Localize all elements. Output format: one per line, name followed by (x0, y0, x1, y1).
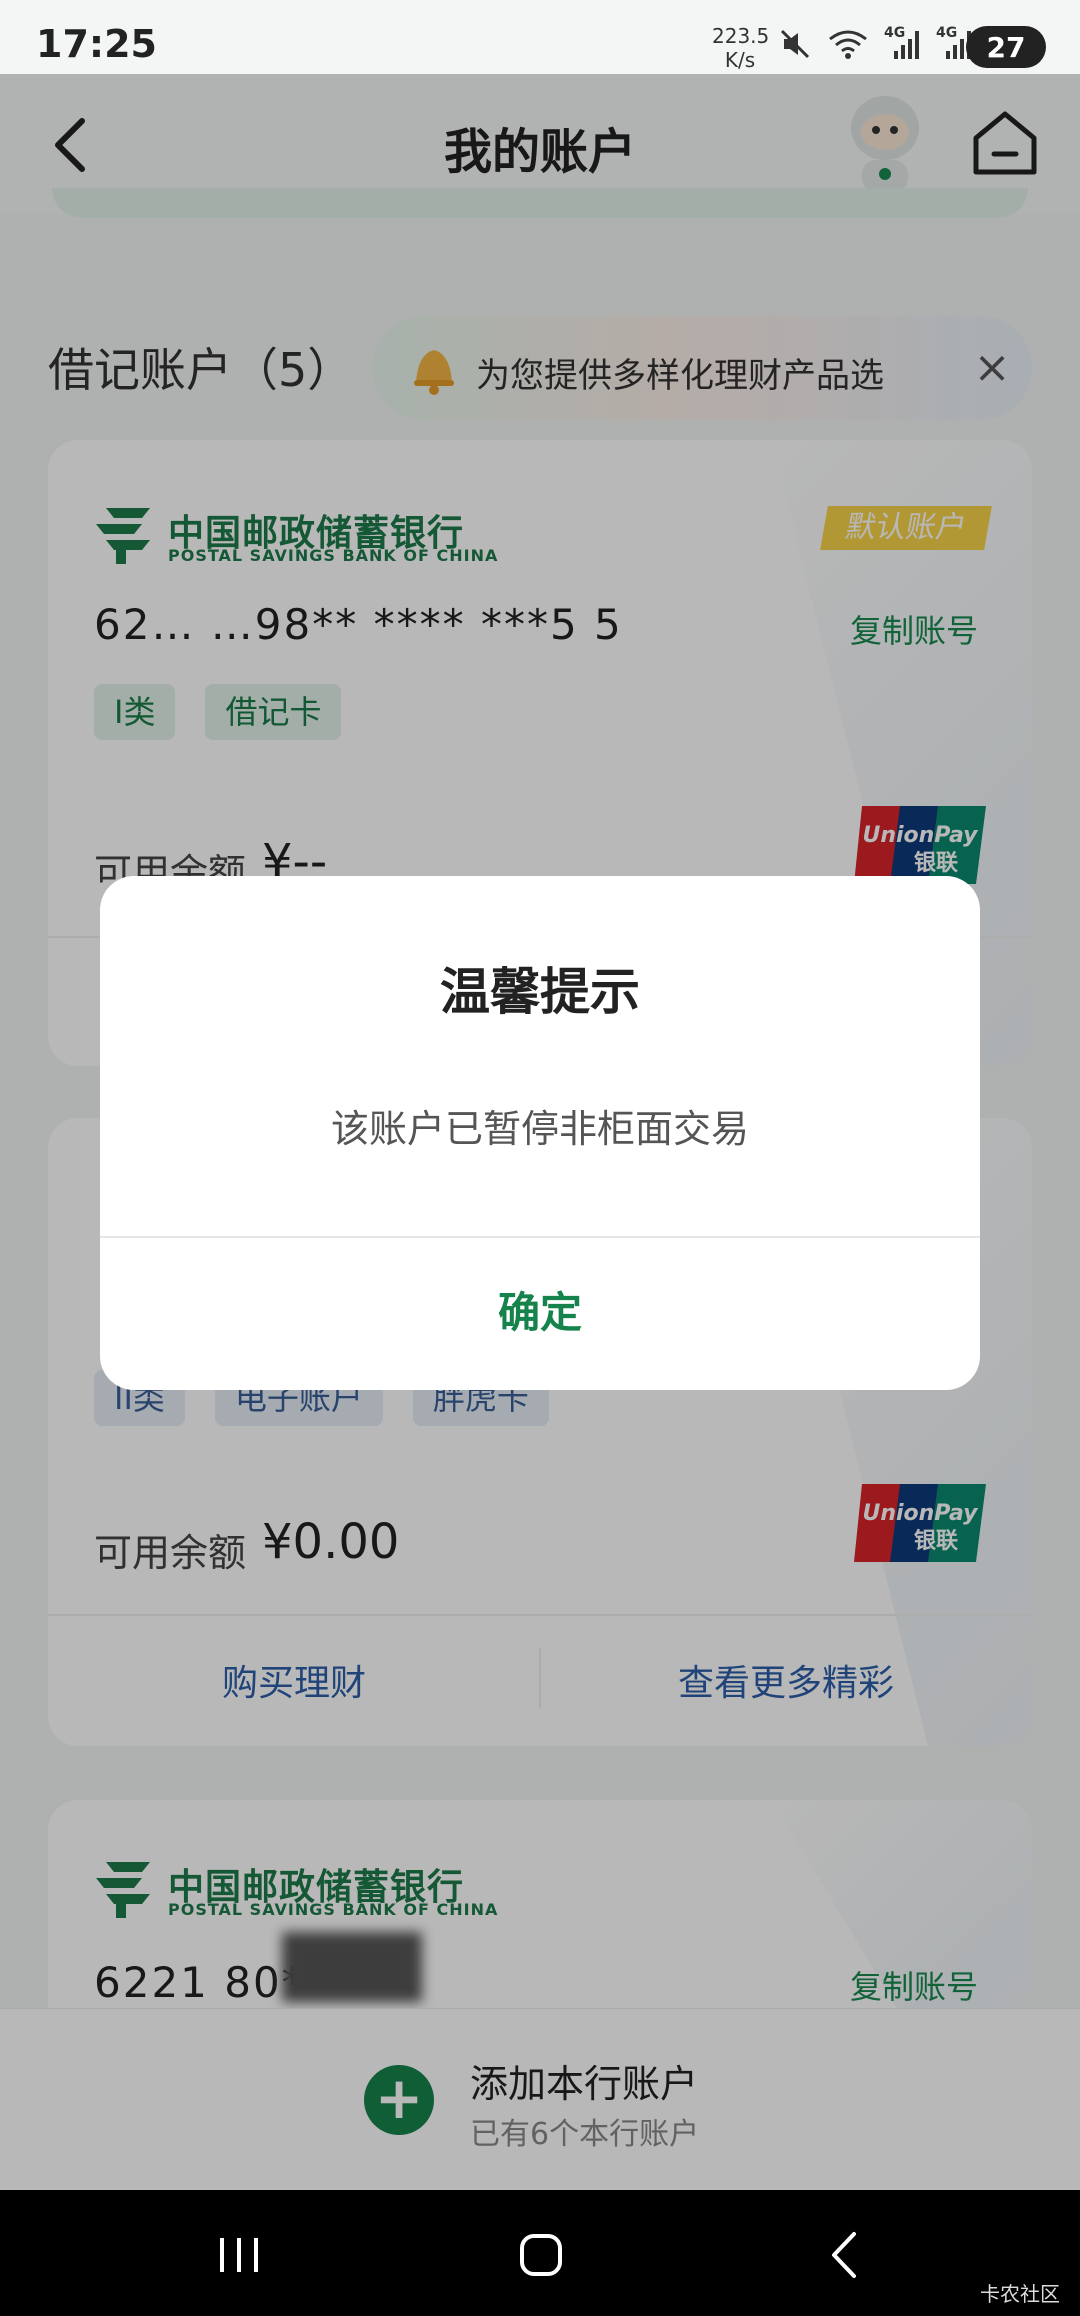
recent-apps-icon[interactable] (204, 2220, 274, 2290)
status-icons: 4G 4G (778, 22, 972, 66)
confirm-button[interactable]: 确定 (100, 1238, 980, 1390)
back-nav-icon[interactable] (810, 2220, 880, 2290)
network-speed: 223.5 K/s (712, 24, 770, 72)
battery-indicator: 27 (966, 26, 1046, 68)
alert-dialog: 温馨提示 该账户已暂停非柜面交易 确定 (100, 876, 980, 1390)
dialog-message: 该账户已暂停非柜面交易 (330, 1107, 749, 1151)
signal-1-icon: 4G (884, 25, 920, 61)
mute-icon (780, 29, 810, 59)
system-nav-bar: 卡农社区 (0, 2190, 1080, 2316)
status-time: 17:25 (36, 22, 157, 66)
dialog-title: 温馨提示 (440, 963, 640, 1021)
watermark: 卡农社区 (980, 2282, 1060, 2306)
status-bar: 17:25 223.5 K/s 4G 4G 27 (0, 0, 1080, 74)
home-nav-icon[interactable] (506, 2220, 576, 2290)
wifi-icon (829, 30, 867, 59)
